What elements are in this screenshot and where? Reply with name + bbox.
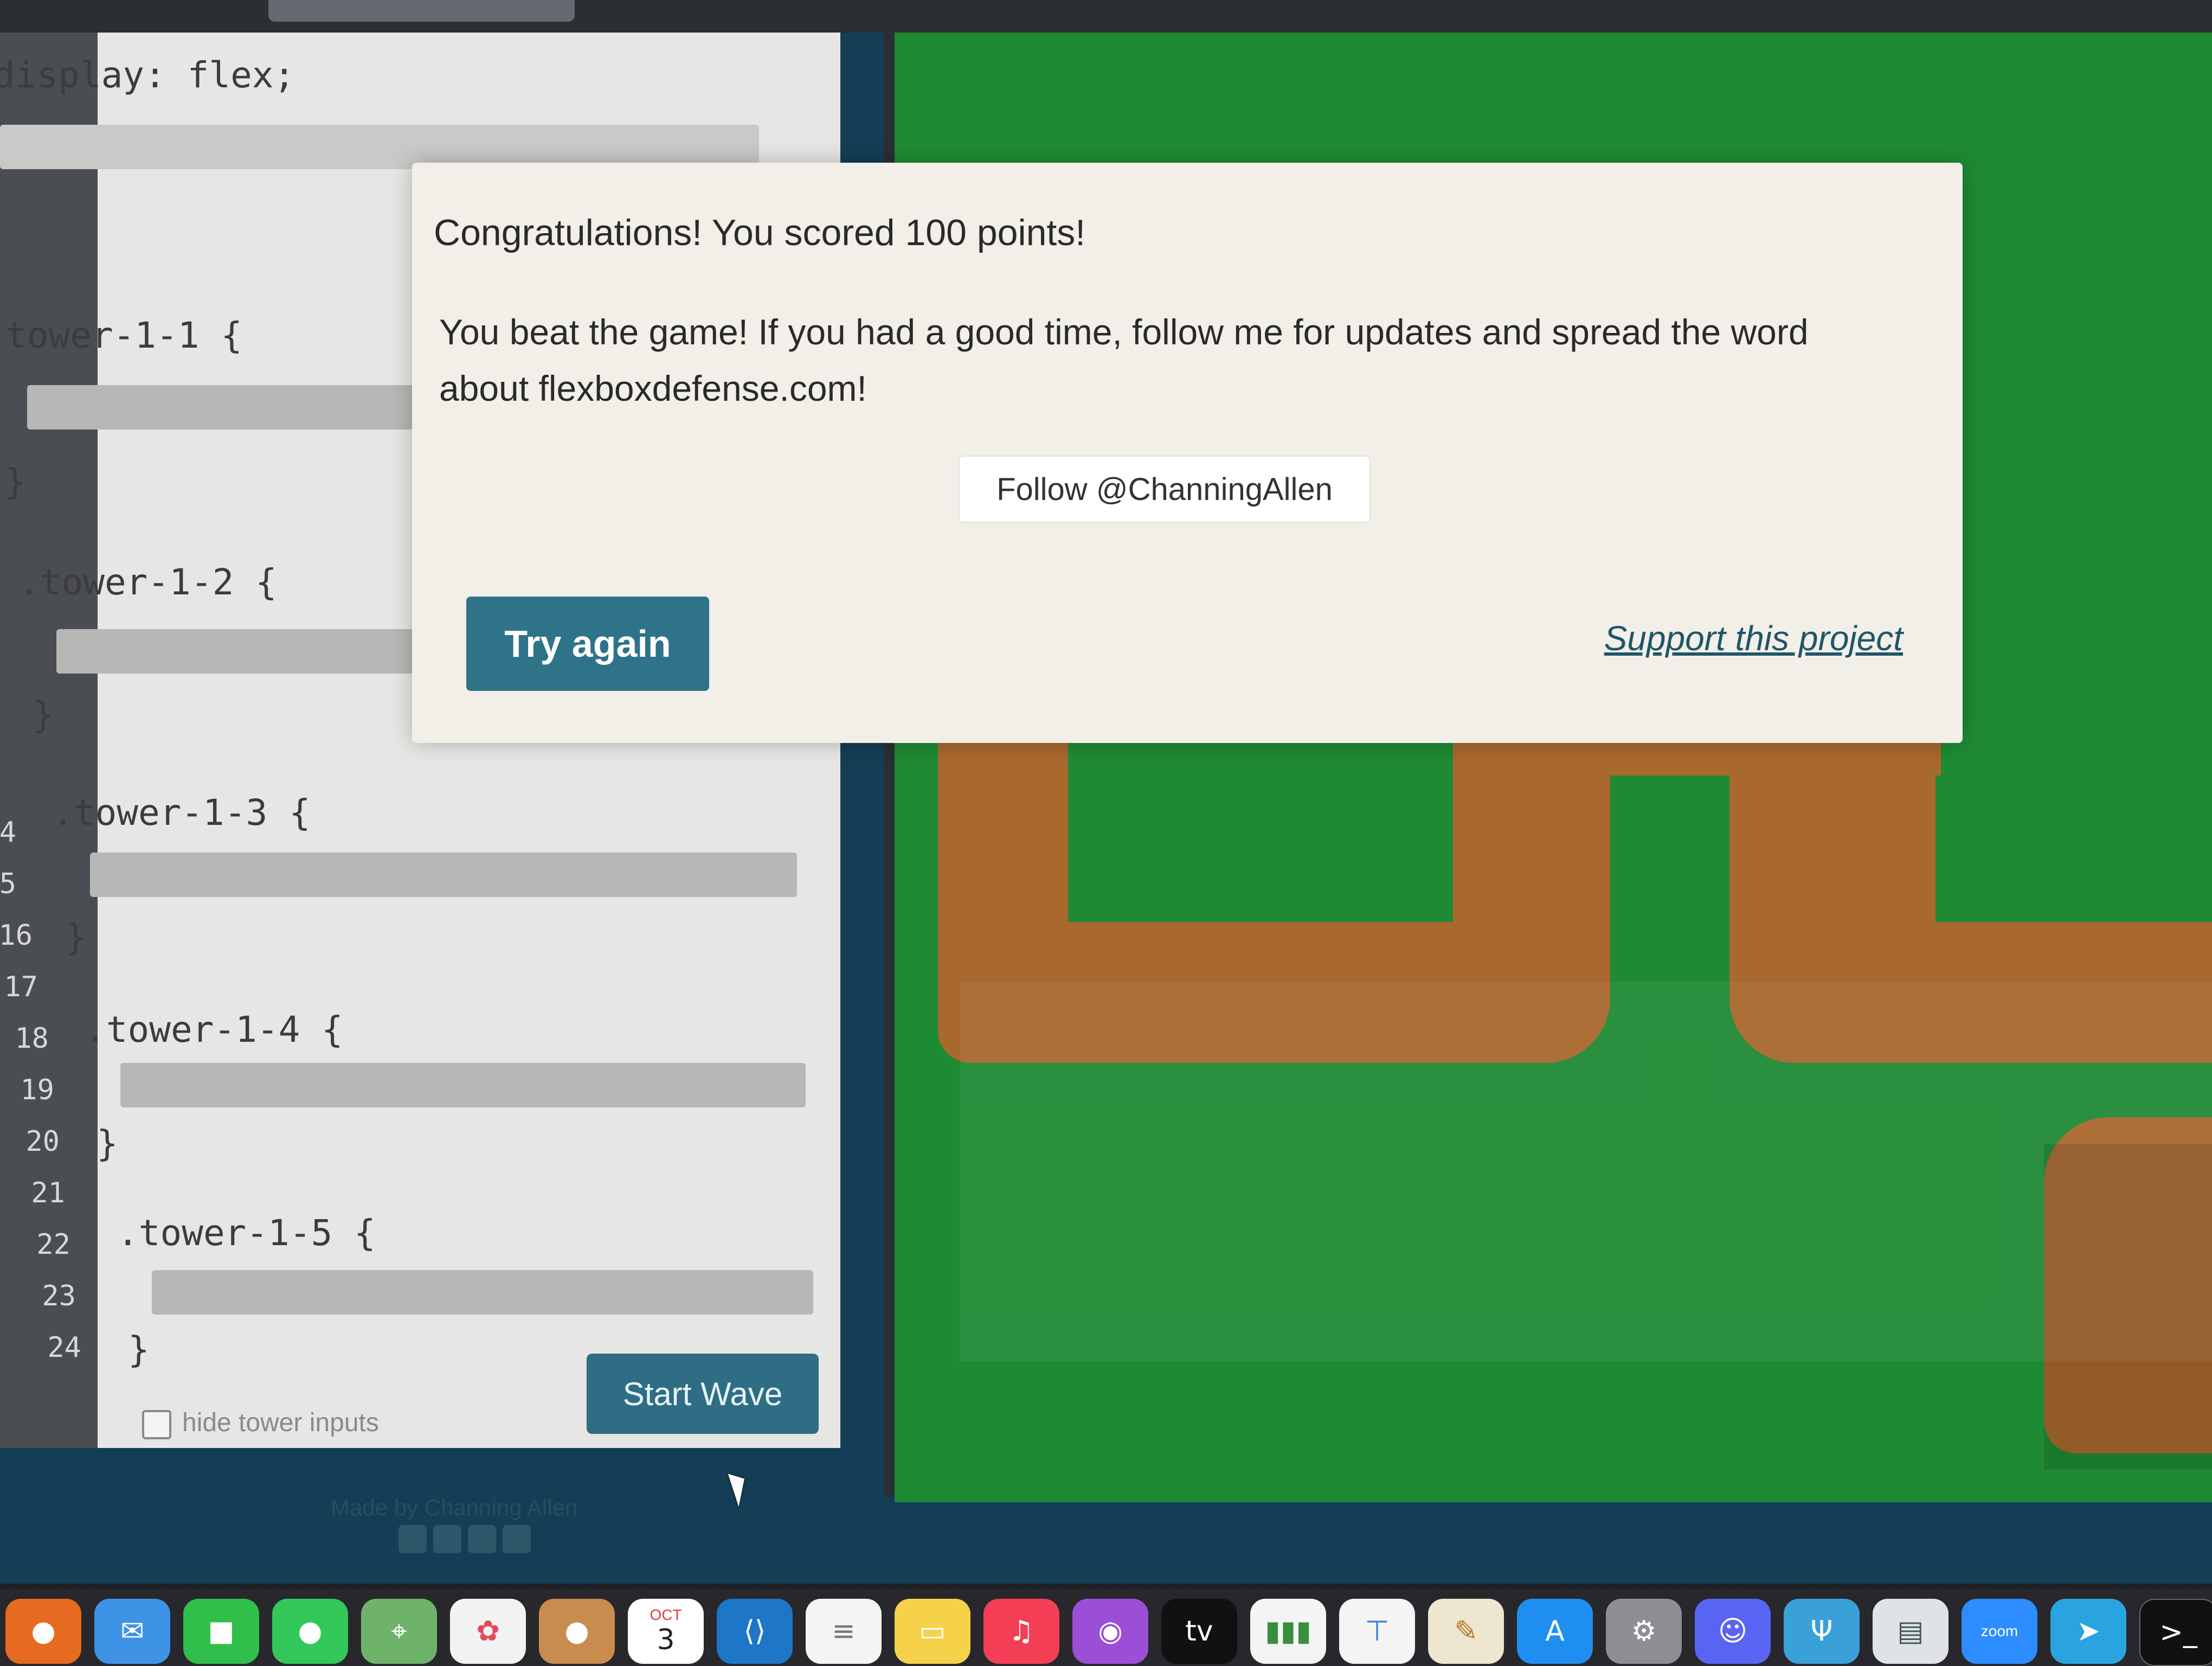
code-line: } [4,461,26,503]
code-line: .tower-1-4 { [85,1009,343,1050]
pages-icon[interactable]: ✎ [1428,1599,1504,1664]
github-icon[interactable] [503,1525,531,1553]
support-project-link[interactable]: Support this project [1604,618,1903,658]
board-shadow [2044,1144,2212,1470]
telegram-icon[interactable]: ➤ [2050,1599,2126,1664]
line-number: 20 [25,1125,60,1158]
line-number: 4 [0,816,16,849]
terminal-icon[interactable]: >_ [2139,1599,2212,1666]
keynote-icon[interactable]: ⊤ [1339,1599,1415,1664]
try-again-button[interactable]: Try again [466,597,709,691]
notes-icon[interactable]: ▭ [895,1599,970,1664]
zoom-icon[interactable]: zoom [1962,1599,2037,1664]
linkedin-icon[interactable] [468,1525,496,1553]
code-line: } [33,694,54,736]
code-line: display: flex; [0,54,295,96]
podcasts-icon[interactable]: ◉ [1072,1599,1148,1664]
line-number: 24 [47,1331,81,1364]
board-grid [960,982,2212,1361]
hide-tower-inputs-label: hide tower inputs [182,1408,379,1437]
code-line: .tower-1-3 { [52,792,311,834]
code-line: } [65,917,87,958]
tower-1-5-input[interactable] [152,1270,813,1315]
dock-icons: ● ✉ ■ ● ⌖ ✿ ● OCT 3 ⟨⟩ ≡ ▭ ♫ ◉ tv ▮▮▮ ⊤ … [0,1599,2212,1666]
browser-tab[interactable] [268,0,575,22]
tower-1-3-input[interactable] [90,853,797,897]
game-screen: display: flex; tower-1-1 { } .tower-1-2 … [0,33,2212,1584]
follow-button[interactable]: Follow @ChanningAllen [959,456,1371,523]
game-over-modal: Congratulations! You scored 100 points! … [412,163,1963,743]
line-number: 16 [0,919,33,952]
preview-icon[interactable]: ▤ [1873,1599,1949,1664]
reminders-icon[interactable]: ≡ [806,1599,882,1664]
calendar-icon[interactable]: OCT 3 [628,1599,704,1664]
firefox-icon[interactable]: ● [5,1599,81,1664]
line-number: 22 [36,1228,70,1261]
zoom-label: zoom [1980,1623,2018,1639]
browser-top-bar [0,0,2212,33]
mail-icon[interactable]: ✉ [94,1599,170,1664]
social-links [398,1525,531,1553]
line-number: 19 [20,1074,54,1106]
apple-tv-label: tv [1185,1615,1213,1648]
line-number: 23 [42,1280,76,1312]
line-number: 17 [4,971,38,1003]
apple-tv-icon[interactable]: tv [1161,1599,1237,1664]
contacts-icon[interactable]: ● [539,1599,615,1664]
mouse-cursor [728,1469,753,1507]
fork-icon[interactable]: Ψ [1784,1599,1860,1664]
line-number: 5 [0,868,16,900]
system-settings-icon[interactable]: ⚙ [1606,1599,1682,1664]
hide-tower-inputs-checkbox[interactable] [142,1410,171,1439]
messages-icon[interactable]: ● [272,1599,348,1664]
facetime-icon[interactable]: ■ [183,1599,259,1664]
calendar-day: 3 [657,1624,675,1656]
twitter-icon[interactable] [433,1525,461,1553]
code-line: tower-1-1 { [5,315,243,356]
made-by-credit: Made by Channing Allen [331,1495,578,1520]
tower-1-4-input[interactable] [120,1063,806,1107]
app-store-icon[interactable]: A [1517,1599,1593,1664]
numbers-icon[interactable]: ▮▮▮ [1250,1599,1326,1664]
vscode-icon[interactable]: ⟨⟩ [717,1599,793,1664]
line-number: 21 [31,1177,65,1209]
score-message: Congratulations! You scored 100 points! [434,212,1086,253]
facebook-icon[interactable] [398,1525,427,1553]
line-number: 18 [15,1022,49,1055]
music-icon[interactable]: ♫ [983,1599,1059,1664]
code-line: .tower-1-5 { [117,1212,376,1254]
calendar-month: OCT [650,1606,682,1623]
discord-icon[interactable]: ☺ [1695,1599,1771,1664]
code-line: } [97,1123,118,1164]
code-line: .tower-1-2 { [18,561,277,603]
win-message: You beat the game! If you had a good tim… [439,312,1809,408]
start-wave-button[interactable]: Start Wave [587,1354,819,1434]
code-line: } [128,1329,150,1370]
maps-icon[interactable]: ⌖ [361,1599,437,1664]
photos-icon[interactable]: ✿ [450,1599,526,1664]
